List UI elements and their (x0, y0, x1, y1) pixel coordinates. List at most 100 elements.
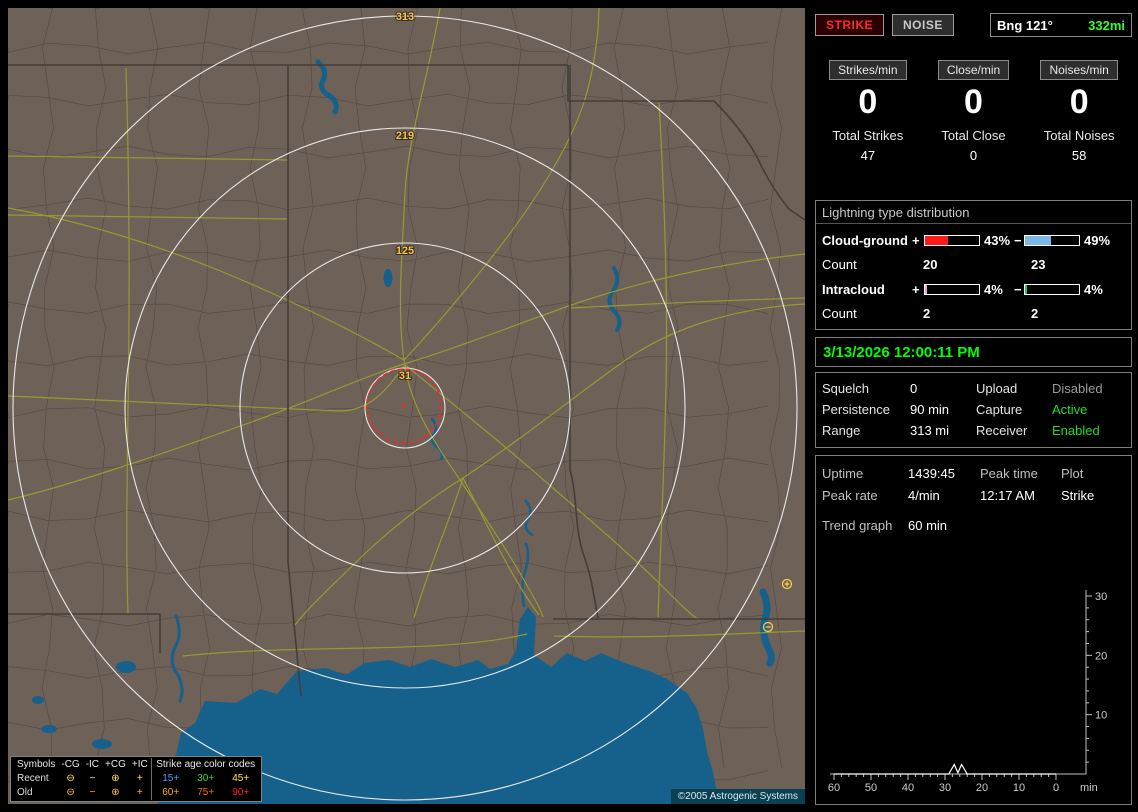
svg-text:min: min (1080, 782, 1098, 794)
bearing-range-value: 332mi (1088, 17, 1125, 33)
cg-positive-bar (924, 234, 980, 246)
counter-value: 0 (1069, 83, 1089, 121)
ic-positive-count: 2 (923, 306, 931, 321)
minus-sign: − (1014, 281, 1022, 297)
status-value: 90 min (910, 402, 950, 417)
status-value: Active (1052, 402, 1088, 417)
pos-ic-symbol: + (136, 787, 143, 798)
status-label: Squelch (822, 381, 869, 396)
legend-age-title: Strike age color codes (156, 759, 256, 770)
close-per-min-counter: Close/min 0 Total Close 0 (921, 60, 1027, 196)
plus-sign: + (912, 232, 920, 248)
status-label: Receiver (976, 423, 1028, 438)
svg-text:0: 0 (1053, 782, 1059, 794)
rate-counters: Strikes/min 0 Total Strikes 47 Close/min… (815, 46, 1132, 196)
svg-text:30: 30 (1095, 591, 1107, 603)
pos-ic-symbol: + (136, 773, 143, 784)
total-value: 58 (1071, 148, 1087, 163)
status-value: 0 (910, 381, 918, 396)
svg-text:10: 10 (1095, 710, 1107, 722)
trend-window-value: 60 min (908, 517, 948, 533)
peak-rate-value: 4/min (908, 487, 940, 503)
info-row: Peak rate 4/min 12:17 AM Strike (822, 484, 1125, 506)
status-label: Range (822, 423, 861, 438)
noises-per-min-counter: Noises/min 0 Total Noises 58 (1026, 60, 1132, 196)
ring-label-313: 313 (396, 11, 414, 23)
cg-positive-count: 20 (923, 257, 938, 272)
legend-col-header: -IC (85, 759, 100, 770)
legend-symbols-title: Symbols (17, 759, 56, 770)
intracloud-row: Intracloud + 4% − 4% (816, 277, 1131, 301)
counter-label: Noises/min (1040, 60, 1118, 80)
svg-text:30: 30 (939, 782, 951, 794)
plot-value: Strike (1061, 487, 1095, 503)
svg-text:20: 20 (976, 782, 988, 794)
minus-sign: − (1014, 232, 1022, 248)
ring-label-219: 219 (396, 130, 414, 142)
noise-toggle-button[interactable]: NOISE (892, 14, 954, 36)
age-code: 75+ (197, 787, 215, 798)
display-toggle-toolbar: STRIKE NOISE Bng 121° 332mi (815, 10, 1132, 40)
ic-negative-bar (1024, 283, 1080, 295)
ic-negative-count: 2 (1031, 306, 1039, 321)
age-code: 45+ (232, 773, 250, 784)
receiver-location-marker (402, 404, 406, 408)
cg-negative-bar (1024, 234, 1080, 246)
datetime-value: 3/13/2026 12:00:11 PM (823, 343, 980, 361)
peak-time-value: 12:17 AM (980, 487, 1035, 503)
pos-cg-symbol: ⊕ (111, 773, 120, 784)
peak-rate-label: Peak rate (822, 487, 878, 503)
status-value: Disabled (1052, 381, 1103, 396)
ic-positive-pct: 4% (984, 281, 1003, 297)
status-value: 313 mi (910, 423, 950, 438)
counter-value: 0 (858, 83, 878, 121)
total-label: Total Noises (1043, 128, 1115, 143)
counter-label: Strikes/min (829, 60, 907, 80)
strike-toggle-button[interactable]: STRIKE (815, 14, 885, 36)
trend-row: Trend graph 60 min (822, 514, 1125, 536)
neg-ic-symbol: − (89, 787, 96, 798)
trend-graph-chart: 10 20 30 60 50 40 30 20 10 0 min (828, 590, 1107, 794)
cg-negative-count: 23 (1031, 257, 1046, 272)
uptime-value: 1439:45 (908, 465, 955, 481)
strikes-per-min-counter: Strikes/min 0 Total Strikes 47 (815, 60, 921, 196)
cloud-ground-row: Cloud-ground + 43% − 49% (816, 228, 1131, 252)
neg-cg-symbol: ⊖ (66, 773, 75, 784)
svg-text:40: 40 (902, 782, 914, 794)
cg-positive-pct: 43% (984, 232, 1011, 248)
plus-sign: + (912, 281, 920, 297)
age-code: 90+ (232, 787, 250, 798)
map-view[interactable]: 313 219 125 31 Symbols -CG -IC +CG +IC S… (8, 8, 805, 804)
lightning-distribution-panel: Lightning type distribution Cloud-ground… (815, 200, 1132, 330)
neg-ic-symbol: − (89, 773, 96, 784)
total-value: 0 (969, 148, 978, 163)
ic-positive-bar (924, 283, 980, 295)
count-label: Count (822, 306, 857, 321)
statistics-panel: Uptime 1439:45 Peak time Plot Peak rate … (815, 455, 1132, 805)
legend-row-label: Old (17, 787, 33, 798)
map-legend: Symbols -CG -IC +CG +IC Strike age color… (10, 756, 263, 802)
counter-value: 0 (964, 83, 983, 121)
total-label: Total Strikes (832, 128, 904, 143)
info-row: Uptime 1439:45 Peak time Plot (822, 462, 1125, 484)
status-panel: Squelch 0 Upload Disabled Persistence 90… (815, 372, 1132, 448)
row-label: Cloud-ground (822, 232, 908, 248)
svg-text:10: 10 (1013, 782, 1025, 794)
row-label: Intracloud (822, 281, 885, 297)
status-label: Upload (976, 381, 1018, 396)
ring-label-31: 31 (399, 370, 411, 382)
map-svg: 313 219 125 31 (8, 8, 805, 804)
plot-label: Plot (1061, 465, 1084, 481)
status-row: Squelch 0 Upload Disabled (822, 378, 1125, 399)
status-label: Persistence (822, 402, 890, 417)
svg-text:20: 20 (1095, 650, 1107, 662)
count-label: Count (822, 257, 857, 272)
legend-row-label: Recent (17, 773, 49, 784)
total-label: Total Close (941, 128, 1006, 143)
cloud-ground-count-row: Count 20 23 (816, 252, 1131, 277)
cg-negative-pct: 49% (1084, 232, 1111, 248)
pos-cg-symbol: ⊕ (111, 787, 120, 798)
status-label: Capture (976, 402, 1023, 417)
svg-text:50: 50 (865, 782, 877, 794)
bearing-value: Bng 121° (997, 17, 1053, 33)
